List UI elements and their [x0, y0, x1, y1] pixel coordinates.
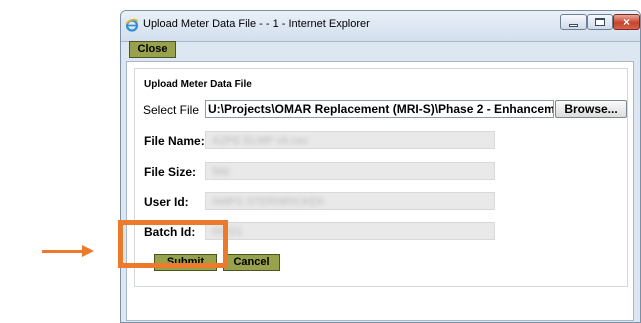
- file-name-field: AZPE ELMP v5.csv: [205, 131, 495, 149]
- file-name-value: AZPE ELMP v5.csv: [212, 135, 308, 147]
- file-size-label: File Size:: [144, 165, 197, 179]
- panel-title: Upload Meter Data File: [144, 79, 252, 90]
- user-id-field: AMPS STERNRICKEK: [205, 192, 495, 210]
- window-title: Upload Meter Data File - - 1 - Internet …: [143, 18, 370, 30]
- file-path-input[interactable]: U:\Projects\OMAR Replacement (MRI-S)\Pha…: [205, 100, 554, 118]
- browse-button[interactable]: Browse...: [555, 100, 627, 118]
- maximize-icon: [595, 18, 605, 26]
- annotation-arrow-line: [42, 250, 82, 253]
- minimize-icon: [569, 23, 578, 27]
- page-content: Upload Meter Data File Select File U:\Pr…: [126, 61, 634, 321]
- file-name-label: File Name:: [144, 134, 205, 148]
- select-file-label: Select File: [143, 103, 200, 117]
- batch-id-field: 55021: [205, 222, 495, 240]
- annotation-arrow-icon: [82, 245, 94, 257]
- close-icon: ×: [622, 15, 630, 29]
- cancel-button[interactable]: Cancel: [223, 254, 280, 271]
- file-size-field: 5kb: [205, 162, 495, 180]
- internet-explorer-icon: [125, 18, 139, 32]
- browser-window: Upload Meter Data File - - 1 - Internet …: [120, 10, 641, 323]
- user-id-label: User Id:: [144, 195, 189, 209]
- close-button[interactable]: Close: [129, 41, 176, 58]
- window-close-button[interactable]: ×: [613, 14, 640, 30]
- maximize-button[interactable]: [587, 14, 613, 30]
- file-size-value: 5kb: [212, 166, 230, 178]
- user-id-value: AMPS STERNRICKEK: [212, 196, 325, 208]
- annotation-highlight-box: [118, 220, 228, 268]
- minimize-button[interactable]: [560, 14, 587, 30]
- window-titlebar[interactable]: Upload Meter Data File - - 1 - Internet …: [121, 11, 640, 42]
